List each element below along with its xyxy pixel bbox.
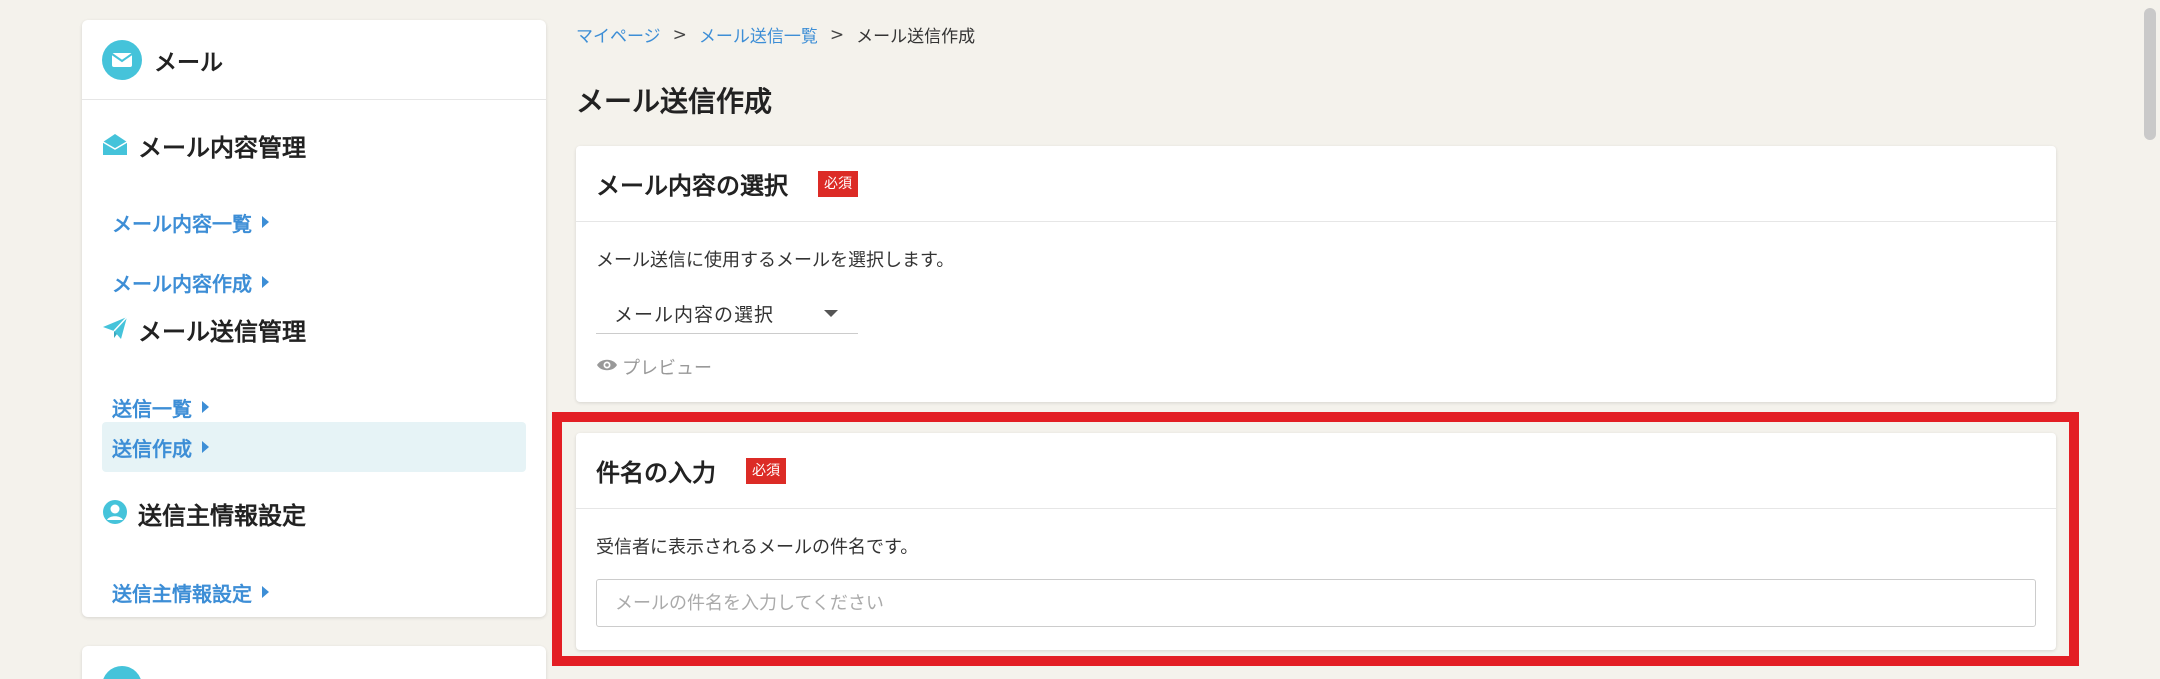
card-description: 受信者に表示されるメールの件名です。: [596, 537, 919, 558]
required-badge: 必須: [818, 170, 858, 197]
sidebar-section-sender-settings: 送信主情報設定: [102, 496, 306, 531]
sidebar-item-send-create[interactable]: 送信作成: [102, 422, 526, 472]
sidebar-item-label: メール内容作成: [112, 271, 252, 296]
caret-right-icon: [202, 441, 209, 453]
card-header: メール内容の選択 必須: [576, 146, 2056, 222]
sidebar: メール メール内容管理 メール内容一覧 メール内容作成 メール送信管理 送信一覧…: [82, 20, 546, 617]
sidebar-item-label: メール内容一覧: [112, 211, 252, 236]
card-title: 件名の入力: [596, 459, 716, 487]
sidebar-item-sender-settings[interactable]: 送信主情報設定: [102, 567, 526, 617]
sidebar-item-mail-content-create[interactable]: メール内容作成: [102, 257, 526, 307]
sidebar-item-mail-content-list[interactable]: メール内容一覧: [102, 197, 526, 247]
subject-input[interactable]: [596, 579, 2036, 627]
required-badge: 必須: [746, 457, 786, 484]
sidebar-item-label: 送信一覧: [112, 396, 192, 421]
preview-link[interactable]: プレビュー: [596, 354, 712, 380]
sidebar-title: メール: [154, 49, 223, 76]
breadcrumb-link-mypage[interactable]: マイページ: [576, 22, 661, 47]
breadcrumb-separator: >: [672, 24, 687, 45]
sidebar-section-mail-send: メール送信管理: [102, 312, 306, 347]
caret-right-icon: [262, 216, 269, 228]
card-description: メール送信に使用するメールを選択します。: [596, 250, 955, 271]
select-value: メール内容の選択: [614, 304, 775, 326]
scrollbar-thumb[interactable]: [2144, 8, 2156, 140]
paper-plane-icon: [102, 315, 128, 344]
card-header: 件名の入力 必須: [576, 433, 2056, 509]
sidebar-section-title: メール送信管理: [138, 318, 306, 346]
caret-down-icon: [824, 310, 838, 317]
breadcrumb: マイページ > メール送信一覧 > メール送信作成: [576, 22, 976, 48]
sidebar-secondary-card: [82, 646, 546, 679]
sidebar-item-label: 送信作成: [112, 436, 192, 461]
card-title: メール内容の選択: [596, 172, 788, 200]
breadcrumb-link-send-list[interactable]: メール送信一覧: [699, 22, 818, 47]
circle-icon: [102, 666, 142, 679]
sidebar-section-mail-content: メール内容管理: [102, 128, 306, 163]
page-title: メール送信作成: [576, 85, 773, 118]
sidebar-header: メール: [82, 20, 546, 100]
caret-right-icon: [202, 401, 209, 413]
mail-content-select-card: メール内容の選択 必須 メール送信に使用するメールを選択します。 メール内容の選…: [576, 146, 2056, 402]
scrollbar[interactable]: [2140, 0, 2160, 679]
envelope-open-icon: [102, 132, 128, 160]
envelope-icon: [102, 39, 142, 80]
breadcrumb-separator: >: [829, 24, 845, 45]
caret-right-icon: [262, 276, 269, 288]
subject-input-card: 件名の入力 必須 受信者に表示されるメールの件名です。: [576, 433, 2056, 650]
preview-label: プレビュー: [622, 358, 712, 379]
mail-content-select[interactable]: メール内容の選択: [596, 294, 858, 334]
page: メール メール内容管理 メール内容一覧 メール内容作成 メール送信管理 送信一覧…: [0, 0, 2160, 679]
sidebar-section-title: 送信主情報設定: [138, 502, 306, 530]
user-circle-icon: [102, 499, 128, 529]
sidebar-section-title: メール内容管理: [138, 134, 306, 162]
sidebar-item-label: 送信主情報設定: [112, 581, 252, 606]
eye-icon: [596, 357, 622, 378]
breadcrumb-current: メール送信作成: [856, 27, 976, 47]
caret-right-icon: [262, 586, 269, 598]
